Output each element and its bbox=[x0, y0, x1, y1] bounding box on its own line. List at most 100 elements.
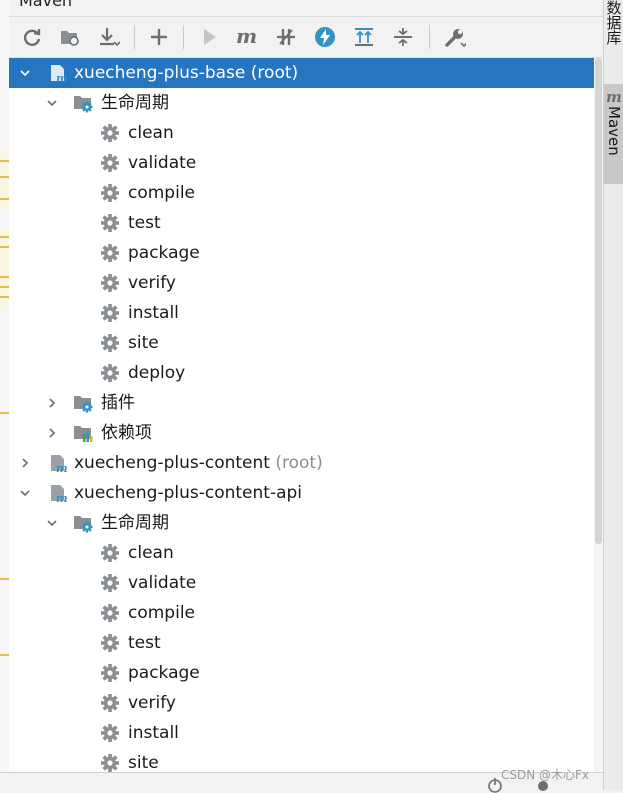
show-dependencies-button[interactable] bbox=[350, 23, 378, 51]
item-name: 插件 bbox=[101, 393, 135, 413]
gear-icon bbox=[100, 753, 120, 772]
panel-header: Maven bbox=[9, 0, 603, 17]
lifecycle-goal-item[interactable]: install bbox=[9, 718, 594, 748]
tree-item-label: 生命周期 bbox=[101, 88, 169, 118]
vertical-scrollbar[interactable] bbox=[594, 58, 603, 772]
tree-item-label: package bbox=[128, 238, 200, 268]
item-name: verify bbox=[128, 693, 176, 713]
add-button[interactable] bbox=[145, 23, 173, 51]
tree-item-label: validate bbox=[128, 568, 196, 598]
tree-folder-node[interactable]: 插件 bbox=[9, 388, 594, 418]
lifecycle-goal-item[interactable]: clean bbox=[9, 538, 594, 568]
toggle-offline-button[interactable] bbox=[272, 23, 300, 51]
download-button[interactable] bbox=[95, 23, 123, 51]
lifecycle-goal-item[interactable]: verify bbox=[9, 688, 594, 718]
svg-text:m: m bbox=[56, 462, 68, 473]
lifecycle-goal-item[interactable]: validate bbox=[9, 568, 594, 598]
svg-text:m: m bbox=[606, 88, 622, 106]
maven-tab-label: Maven bbox=[605, 106, 623, 156]
gear-icon bbox=[100, 603, 120, 623]
reload-button[interactable] bbox=[18, 23, 46, 51]
collapse-all-icon bbox=[392, 26, 414, 48]
lifecycle-goal-item[interactable]: compile bbox=[9, 178, 594, 208]
lifecycle-goal-item[interactable]: package bbox=[9, 658, 594, 688]
lifecycle-goal-item[interactable]: package bbox=[9, 238, 594, 268]
lifecycle-goal-item[interactable]: validate bbox=[9, 148, 594, 178]
tree-item-label: clean bbox=[128, 118, 174, 148]
chevron-right-icon[interactable] bbox=[46, 397, 58, 409]
database-tab-label: 数据库 bbox=[604, 0, 623, 45]
maven-projects-tree: mxuecheng-plus-base (root)生命周期cleanvalid… bbox=[9, 58, 594, 772]
execute-goal-button[interactable]: m bbox=[233, 23, 261, 51]
item-name: compile bbox=[128, 603, 195, 623]
chevron-right-icon[interactable] bbox=[19, 457, 31, 469]
reload-icon bbox=[21, 26, 43, 48]
lifecycle-goal-item[interactable]: compile bbox=[9, 598, 594, 628]
item-name: compile bbox=[128, 183, 195, 203]
add-icon bbox=[148, 26, 170, 48]
maven-settings-button[interactable] bbox=[441, 23, 469, 51]
skip-tests-button[interactable] bbox=[311, 23, 339, 51]
item-name: package bbox=[128, 663, 200, 683]
toolbar-separator bbox=[134, 25, 135, 49]
gear-icon bbox=[100, 693, 120, 713]
lifecycle-goal-item[interactable]: deploy bbox=[9, 358, 594, 388]
root-suffix: (root) bbox=[270, 453, 323, 473]
chevron-down-icon[interactable] bbox=[19, 487, 31, 499]
chevron-down-icon[interactable] bbox=[46, 517, 58, 529]
gear-icon bbox=[100, 633, 120, 653]
gear-icon bbox=[100, 243, 120, 263]
tree-folder-node[interactable]: 生命周期 bbox=[9, 88, 594, 118]
item-name: xuecheng-plus-content-api bbox=[74, 483, 302, 503]
gear-icon bbox=[100, 153, 120, 173]
chevron-right-icon[interactable] bbox=[46, 427, 58, 439]
item-name: 生命周期 bbox=[101, 93, 169, 113]
item-name: 生命周期 bbox=[101, 513, 169, 533]
maven-module-icon: m bbox=[48, 483, 68, 503]
chevron-down-icon[interactable] bbox=[19, 67, 31, 79]
item-name: site bbox=[128, 333, 159, 353]
gear-icon bbox=[100, 363, 120, 383]
tree-item-label: verify bbox=[128, 268, 176, 298]
tree-item-label: compile bbox=[128, 178, 195, 208]
database-tool-tab[interactable]: 数据库 bbox=[604, 0, 623, 70]
item-name: site bbox=[128, 753, 159, 772]
module-node[interactable]: mxuecheng-plus-content (root) bbox=[9, 448, 594, 478]
module-node[interactable]: m xuecheng-plus-content-api bbox=[9, 478, 594, 508]
lifecycle-goal-item[interactable]: verify bbox=[9, 268, 594, 298]
tree-item-label: install bbox=[128, 298, 179, 328]
root-suffix: (root) bbox=[245, 63, 298, 83]
gear-icon bbox=[100, 303, 120, 323]
tree-item-label: xuecheng-plus-content-api bbox=[74, 478, 302, 508]
item-name: install bbox=[128, 303, 179, 323]
panel-title: Maven bbox=[19, 0, 72, 10]
maven-toolbar: m bbox=[9, 17, 603, 58]
svg-text:m: m bbox=[56, 72, 68, 83]
gear-icon bbox=[100, 723, 120, 743]
gear-icon bbox=[100, 333, 120, 353]
item-name: clean bbox=[128, 543, 174, 563]
generate-sources-button[interactable] bbox=[56, 23, 84, 51]
scrollbar-thumb[interactable] bbox=[595, 58, 602, 544]
tree-item-label: verify bbox=[128, 688, 176, 718]
tree-folder-node[interactable]: 依赖项 bbox=[9, 418, 594, 448]
maven-tool-tab[interactable]: m Maven bbox=[604, 84, 623, 184]
tree-item-label: test bbox=[128, 208, 161, 238]
lifecycle-goal-item[interactable]: test bbox=[9, 628, 594, 658]
lifecycle-goal-item[interactable]: clean bbox=[9, 118, 594, 148]
generate-sources-icon bbox=[59, 26, 81, 48]
gear-icon bbox=[100, 543, 120, 563]
lifecycle-goal-item[interactable]: site bbox=[9, 328, 594, 358]
run-button[interactable] bbox=[195, 23, 223, 51]
tree-item-label: clean bbox=[128, 538, 174, 568]
collapse-all-button[interactable] bbox=[389, 23, 417, 51]
tree-item-label: 生命周期 bbox=[101, 508, 169, 538]
tree-item-label: compile bbox=[128, 598, 195, 628]
tree-folder-node[interactable]: 生命周期 bbox=[9, 508, 594, 538]
item-name: verify bbox=[128, 273, 176, 293]
watermark: CSDN @木心Fx bbox=[501, 766, 589, 783]
module-node[interactable]: mxuecheng-plus-base (root) bbox=[9, 58, 594, 88]
chevron-down-icon[interactable] bbox=[46, 97, 58, 109]
lifecycle-goal-item[interactable]: install bbox=[9, 298, 594, 328]
lifecycle-goal-item[interactable]: test bbox=[9, 208, 594, 238]
